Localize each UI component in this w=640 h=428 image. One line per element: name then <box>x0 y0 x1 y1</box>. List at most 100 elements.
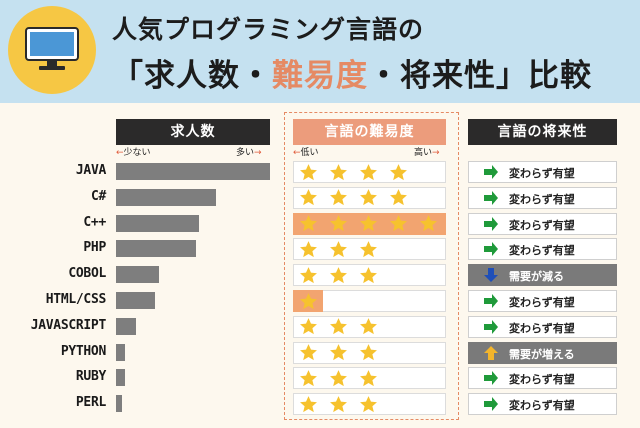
star-icon <box>330 318 347 335</box>
future-row: 需要が増える <box>468 341 617 364</box>
title-line-1: 人気プログラミング言語の <box>112 15 425 44</box>
star-icon <box>300 395 317 412</box>
future-label: 変わらず有望 <box>509 244 575 258</box>
job-scale-high: 多い→ <box>236 148 262 158</box>
future-label: 変わらず有望 <box>509 373 575 387</box>
job-count-bar <box>116 343 125 361</box>
language-label: JAVASCRIPT <box>30 317 107 333</box>
title-close: ・将来性」比較 <box>368 58 592 94</box>
job-count-bar <box>116 266 159 284</box>
job-count-bar <box>116 240 196 258</box>
arrow-right-icon <box>483 370 499 386</box>
star-icon <box>300 163 317 180</box>
star-icon <box>390 163 407 180</box>
arrow-right-icon <box>483 319 499 335</box>
job-count-bar <box>116 163 270 180</box>
comparison-panel: 求人数 ←少ない 多い→ 言語の難易度 ←低い 高い→ 言語の将来性 JAVA 変… <box>0 103 640 428</box>
difficulty-scale-low: ←低い <box>293 148 319 158</box>
job-count-bar <box>116 292 155 309</box>
star-icon <box>330 344 347 361</box>
star-icon <box>420 215 437 232</box>
language-label: PHP <box>83 240 106 256</box>
title-accent: 難易度 <box>272 58 368 94</box>
language-label: C# <box>90 188 106 204</box>
job-count-bar <box>116 317 136 335</box>
star-icon <box>330 189 347 206</box>
job-scale-high-label: 多い <box>236 148 255 158</box>
star-icon <box>360 189 377 206</box>
future-header: 言語の将来性 <box>468 119 617 145</box>
star-icon <box>360 370 377 386</box>
star-icon <box>360 266 377 283</box>
star-icon <box>300 292 317 309</box>
job-scale-low: ←少ない <box>116 148 151 158</box>
difficulty-scale-high-label: 高い <box>414 148 433 158</box>
job-count-bar <box>116 369 125 387</box>
star-icon <box>330 215 347 232</box>
future-label: 変わらず有望 <box>509 321 575 335</box>
future-row: 変わらず有望 <box>468 186 617 209</box>
star-icon <box>360 395 377 412</box>
job-count-bar <box>116 214 199 232</box>
star-icon <box>300 241 317 257</box>
star-icon <box>330 241 347 257</box>
language-label: PERL <box>75 395 106 411</box>
arrow-right-icon <box>483 216 499 232</box>
star-icon <box>330 370 347 386</box>
arrow-up-icon <box>483 345 499 361</box>
star-icon <box>300 370 317 386</box>
difficulty-scale-high: 高い→ <box>414 148 440 158</box>
title-open: 「求人数・ <box>112 58 272 94</box>
language-label: COBOL <box>68 266 106 282</box>
job-scale-low-label: 少ない <box>123 148 151 158</box>
header: 人気プログラミング言語の 「求人数・難易度・将来性」比較 <box>0 0 640 103</box>
star-icon <box>300 215 317 232</box>
desktop-computer-icon <box>25 27 79 70</box>
language-label: RUBY <box>75 369 106 385</box>
future-row: 変わらず有望 <box>468 161 617 183</box>
language-label: C++ <box>83 214 106 230</box>
future-row: 変わらず有望 <box>468 238 617 261</box>
star-icon <box>390 215 407 232</box>
future-row: 需要が減る <box>468 264 617 287</box>
arrow-right-icon <box>483 396 499 412</box>
language-label: HTML/CSS <box>45 292 107 307</box>
difficulty-scale-low-label: 低い <box>300 148 319 158</box>
difficulty-header: 言語の難易度 <box>293 119 446 145</box>
future-label: 変わらず有望 <box>509 167 575 180</box>
future-row: 変わらず有望 <box>468 367 617 390</box>
star-icon <box>300 318 317 335</box>
star-icon <box>330 266 347 283</box>
computer-badge <box>8 6 96 94</box>
star-icon <box>330 163 347 180</box>
future-label: 変わらず有望 <box>509 399 575 413</box>
future-label: 変わらず有望 <box>509 192 575 206</box>
arrow-right-icon <box>483 164 499 180</box>
future-row: 変わらず有望 <box>468 393 617 416</box>
star-icon <box>360 241 377 257</box>
star-icon <box>330 395 347 412</box>
language-label: PYTHON <box>60 343 106 359</box>
language-label: JAVA <box>75 163 106 178</box>
future-label: 変わらず有望 <box>509 296 575 309</box>
job-count-bar <box>116 395 122 413</box>
star-icon <box>300 189 317 206</box>
star-icon <box>300 266 317 283</box>
arrow-right-icon <box>483 190 499 206</box>
star-icon <box>360 215 377 232</box>
job-count-header: 求人数 <box>116 119 270 145</box>
future-label: 変わらず有望 <box>509 218 575 232</box>
star-icon <box>360 344 377 361</box>
future-row: 変わらず有望 <box>468 212 617 235</box>
future-row: 変わらず有望 <box>468 290 617 312</box>
star-icon <box>390 189 407 206</box>
job-count-bar <box>116 188 216 206</box>
star-icon <box>360 163 377 180</box>
future-row: 変わらず有望 <box>468 315 617 338</box>
arrow-right-icon <box>483 293 499 309</box>
title-line-2: 「求人数・難易度・将来性」比較 <box>112 50 592 95</box>
star-icon <box>300 344 317 361</box>
star-icon <box>360 318 377 335</box>
arrow-down-icon <box>483 267 499 283</box>
arrow-right-icon <box>483 241 499 257</box>
